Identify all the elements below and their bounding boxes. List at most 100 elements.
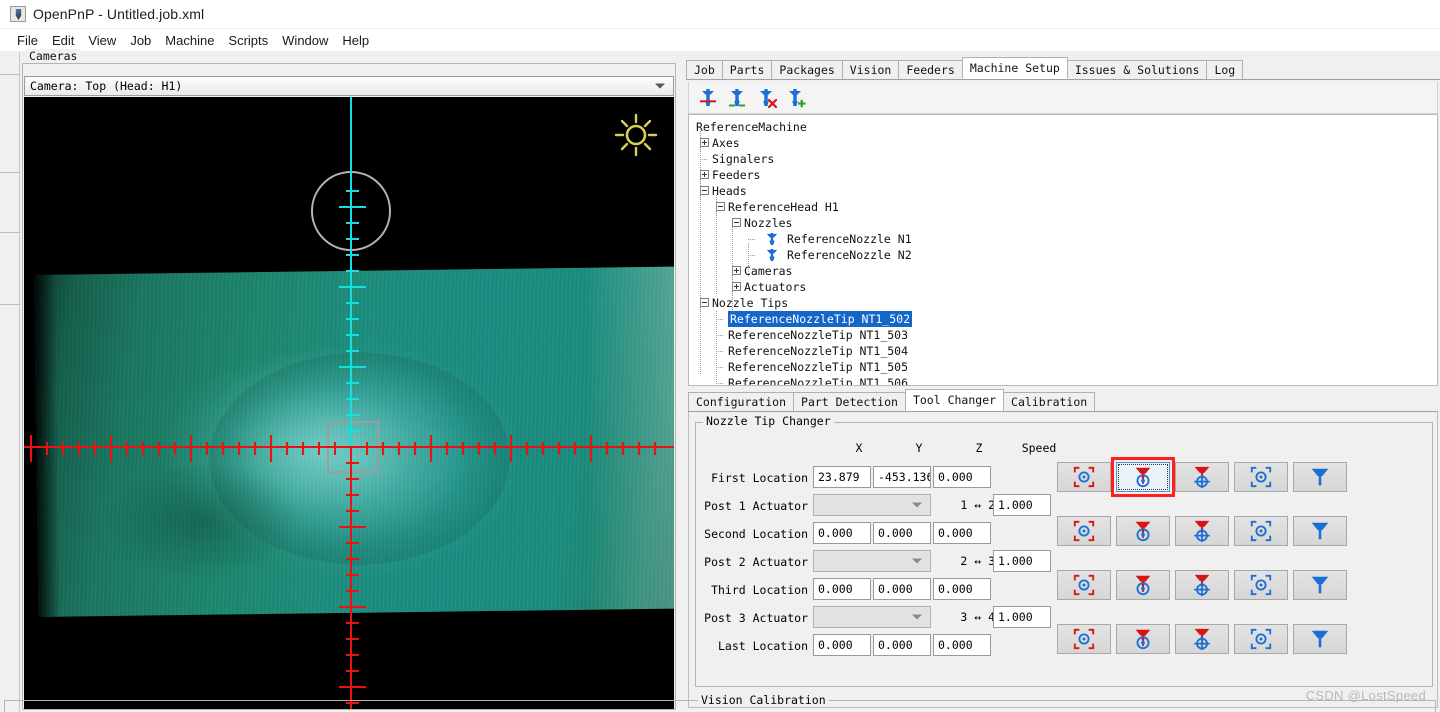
tool-changer-form: X Y Z Speed First Location 23.879 -453.136 0.00… (686, 56, 1440, 712)
post-actuator-select[interactable] (813, 606, 931, 628)
nozzle-funnel-icon (1311, 468, 1329, 486)
sun-icon[interactable] (614, 113, 658, 157)
machine-setup-pane: Job Parts Packages Vision Feeders Machine Set… (686, 56, 1440, 712)
tab-machine-setup[interactable]: Machine Setup (961, 57, 1068, 79)
surface-right-edge (583, 266, 674, 610)
menu-item-scripts[interactable]: Scripts (221, 31, 275, 50)
capture-nozzle-tip-location-button[interactable] (1116, 516, 1170, 546)
position-nozzle-tip-button[interactable] (1293, 624, 1347, 654)
location-row-label: Third Location (711, 583, 808, 597)
watermark: CSDN @LostSpeed (1305, 688, 1426, 703)
nozzle-funnel-icon (1311, 522, 1329, 540)
capture-camera-location-button[interactable] (1057, 516, 1111, 546)
location-y-field[interactable]: 0.000 (873, 578, 931, 600)
nozzle-tip-capture-icon (1135, 575, 1151, 596)
column-header-y: Y (915, 441, 923, 455)
reticle-horizontal (24, 446, 674, 448)
position-nozzle-tip-button[interactable] (1293, 516, 1347, 546)
surface-shadow (100, 459, 303, 583)
nozzle-move-target-icon (1194, 520, 1210, 543)
location-x-field[interactable]: 0.000 (813, 634, 871, 656)
location-row-label: Second Location (704, 527, 808, 541)
nozzle-tip-capture-icon (1135, 467, 1151, 488)
move-nozzle-to-location-button[interactable] (1175, 462, 1229, 492)
camera-target-icon (1250, 574, 1272, 596)
camera-crosshair-icon (1073, 574, 1095, 596)
menu-item-window[interactable]: Window (275, 31, 335, 50)
location-z-field[interactable]: 0.000 (933, 522, 991, 544)
openpnp-window: OpenPnP - Untitled.job.xml File Edit View J… (0, 0, 1440, 712)
location-y-field[interactable]: 0.000 (873, 634, 931, 656)
camera-crosshair-icon (1073, 520, 1095, 542)
capture-camera-location-button[interactable] (1057, 570, 1111, 600)
menu-item-view[interactable]: View (81, 31, 123, 50)
speed-field[interactable]: 1.000 (993, 550, 1051, 572)
swap-range-label: 3 ↔ 4 (960, 610, 995, 624)
camera-target-icon (1250, 466, 1272, 488)
nozzle-move-target-icon (1194, 628, 1210, 651)
window-title: OpenPnP - Untitled.job.xml (33, 6, 205, 22)
cameras-group-label: Cameras (26, 49, 81, 63)
camera-crosshair-icon (1073, 628, 1095, 650)
camera-view[interactable] (24, 97, 674, 709)
nozzle-tip-capture-icon (1135, 629, 1151, 650)
nozzle-funnel-icon (1311, 630, 1329, 648)
nozzle-move-target-icon (1194, 466, 1210, 489)
position-nozzle-tip-button[interactable] (1293, 570, 1347, 600)
location-y-field[interactable]: 0.000 (873, 522, 931, 544)
post-actuator-select[interactable] (813, 494, 931, 516)
move-camera-to-location-button[interactable] (1234, 570, 1288, 600)
camera-select[interactable]: Camera: Top (Head: H1) (24, 76, 674, 96)
nozzle-funnel-icon (1311, 576, 1329, 594)
location-z-field[interactable]: 0.000 (933, 634, 991, 656)
actuator-row-label: Post 2 Actuator (704, 555, 808, 569)
move-camera-to-location-button[interactable] (1234, 462, 1288, 492)
camera-select-value: Camera: Top (Head: H1) (30, 79, 183, 93)
chevron-down-icon (912, 502, 922, 508)
vision-calibration-label: Vision Calibration (698, 693, 829, 707)
capture-camera-location-button[interactable] (1057, 462, 1111, 492)
menu-item-file[interactable]: File (10, 31, 45, 50)
chevron-down-icon (655, 83, 665, 89)
location-x-field[interactable]: 0.000 (813, 522, 871, 544)
location-row-label: First Location (711, 471, 808, 485)
column-header-z: Z (975, 441, 983, 455)
location-z-field[interactable]: 0.000 (933, 466, 991, 488)
camera-crosshair-icon (1073, 466, 1095, 488)
location-x-field[interactable]: 0.000 (813, 578, 871, 600)
menu-bar: File Edit View Job Machine Scripts Window Help (0, 29, 1440, 51)
capture-camera-location-button[interactable] (1057, 624, 1111, 654)
actuator-row-label: Post 1 Actuator (704, 499, 808, 513)
detail-tab-tool-changer[interactable]: Tool Changer (904, 389, 1005, 411)
move-nozzle-to-location-button[interactable] (1175, 570, 1229, 600)
menu-item-edit[interactable]: Edit (45, 31, 81, 50)
speed-field[interactable]: 1.000 (993, 494, 1051, 516)
actuator-row-label: Post 3 Actuator (704, 611, 808, 625)
menu-item-machine[interactable]: Machine (158, 31, 221, 50)
column-header-x: X (855, 441, 863, 455)
nozzle-move-target-icon (1194, 574, 1210, 597)
menu-item-help[interactable]: Help (335, 31, 376, 50)
swap-range-label: 1 ↔ 2 (960, 498, 995, 512)
capture-nozzle-tip-location-button[interactable] (1116, 570, 1170, 600)
speed-field[interactable]: 1.000 (993, 606, 1051, 628)
left-rail (0, 52, 20, 712)
capture-nozzle-tip-location-button[interactable] (1116, 462, 1170, 492)
location-z-field[interactable]: 0.000 (933, 578, 991, 600)
title-bar: OpenPnP - Untitled.job.xml (0, 0, 1440, 28)
column-header-speed: Speed (1021, 441, 1057, 455)
menu-item-job[interactable]: Job (123, 31, 158, 50)
java-app-icon (10, 6, 26, 22)
move-nozzle-to-location-button[interactable] (1175, 624, 1229, 654)
camera-target-icon (1250, 520, 1272, 542)
capture-nozzle-tip-location-button[interactable] (1116, 624, 1170, 654)
move-camera-to-location-button[interactable] (1234, 516, 1288, 546)
location-y-field[interactable]: -453.136 (873, 466, 931, 488)
nozzle-tip-capture-icon (1135, 521, 1151, 542)
position-nozzle-tip-button[interactable] (1293, 462, 1347, 492)
location-x-field[interactable]: 23.879 (813, 466, 871, 488)
move-camera-to-location-button[interactable] (1234, 624, 1288, 654)
move-nozzle-to-location-button[interactable] (1175, 516, 1229, 546)
post-actuator-select[interactable] (813, 550, 931, 572)
chevron-down-icon (912, 614, 922, 620)
